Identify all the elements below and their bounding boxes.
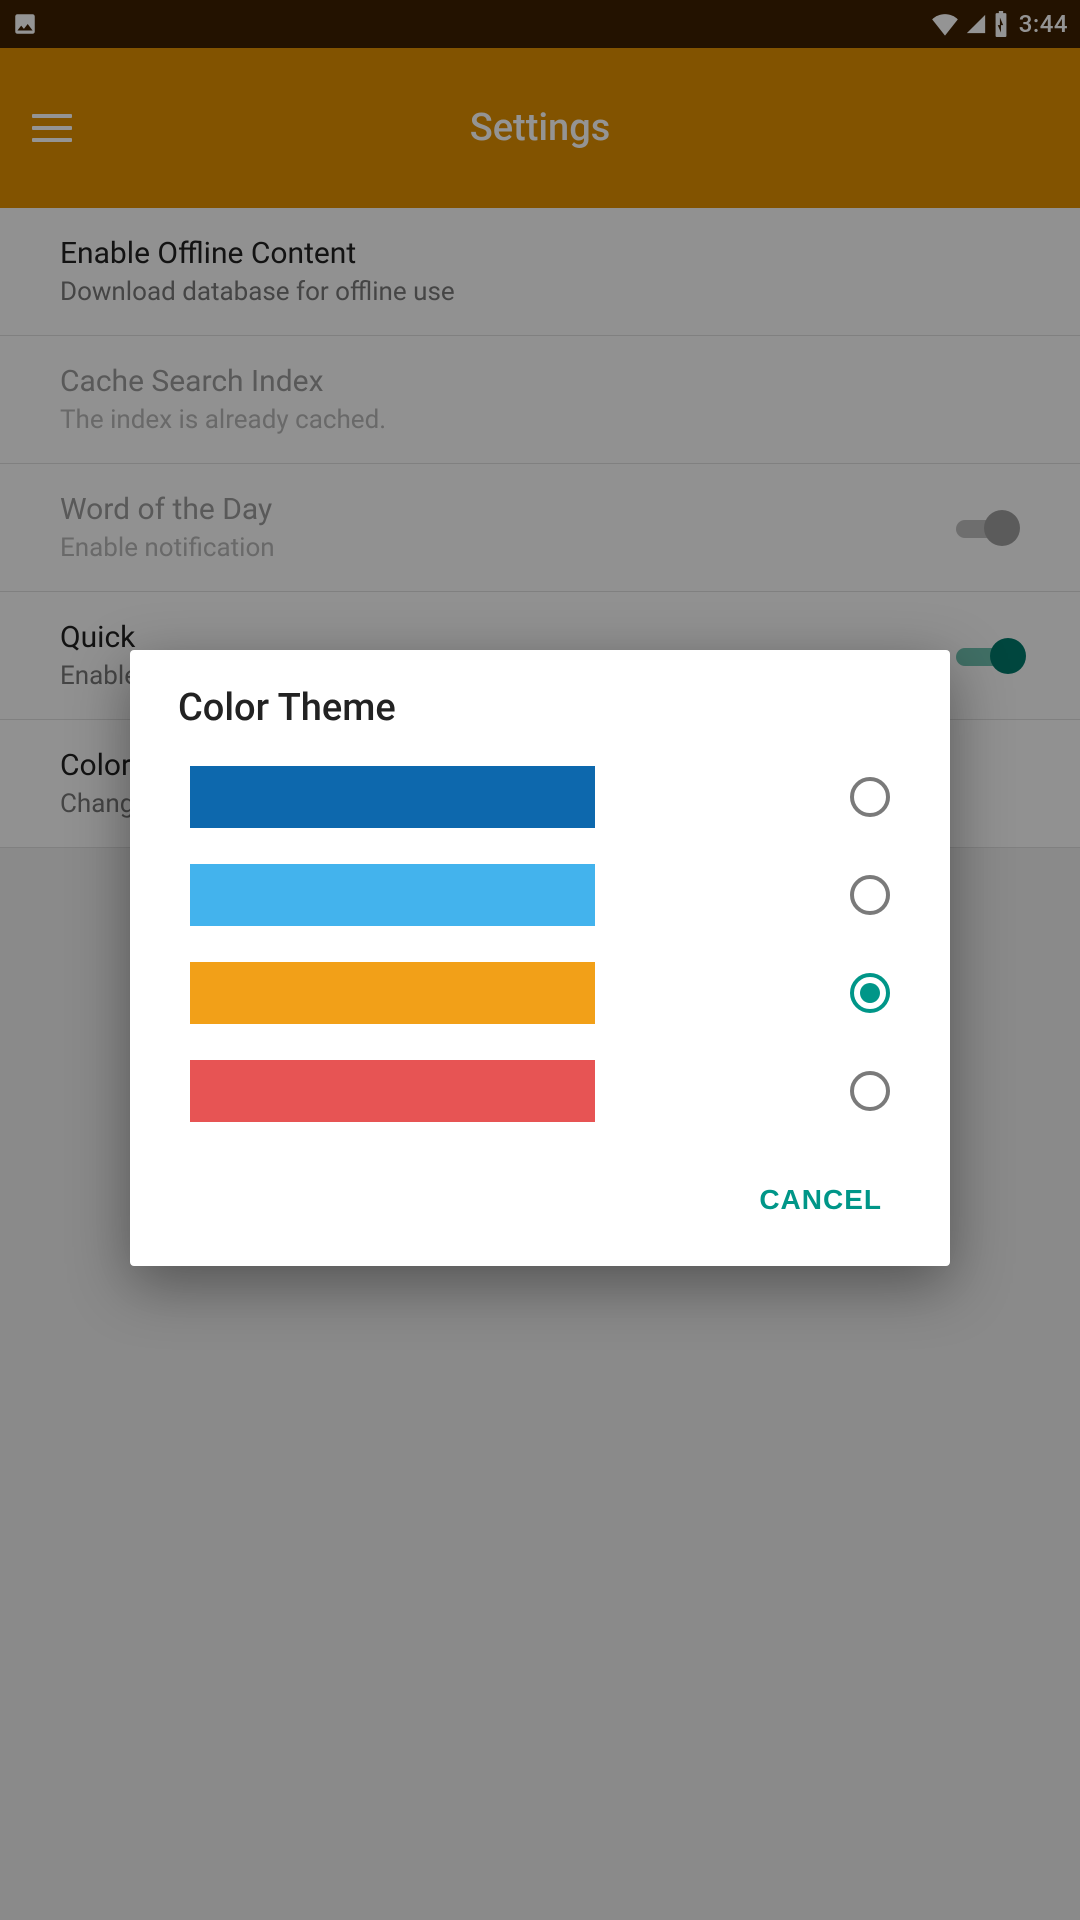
dialog-title: Color Theme <box>130 686 950 748</box>
color-radio[interactable] <box>850 1071 890 1111</box>
cancel-button[interactable]: CANCEL <box>739 1168 902 1232</box>
color-theme-dialog: Color Theme CANCEL <box>130 650 950 1266</box>
color-radio[interactable] <box>850 777 890 817</box>
color-radio[interactable] <box>850 973 890 1013</box>
color-option[interactable] <box>130 944 950 1042</box>
color-option[interactable] <box>130 748 950 846</box>
color-option[interactable] <box>130 846 950 944</box>
color-swatch <box>190 766 595 828</box>
color-swatch <box>190 962 595 1024</box>
color-swatch <box>190 1060 595 1122</box>
color-swatch <box>190 864 595 926</box>
color-options <box>130 748 950 1160</box>
color-option[interactable] <box>130 1042 950 1140</box>
color-radio[interactable] <box>850 875 890 915</box>
dialog-actions: CANCEL <box>130 1160 950 1266</box>
